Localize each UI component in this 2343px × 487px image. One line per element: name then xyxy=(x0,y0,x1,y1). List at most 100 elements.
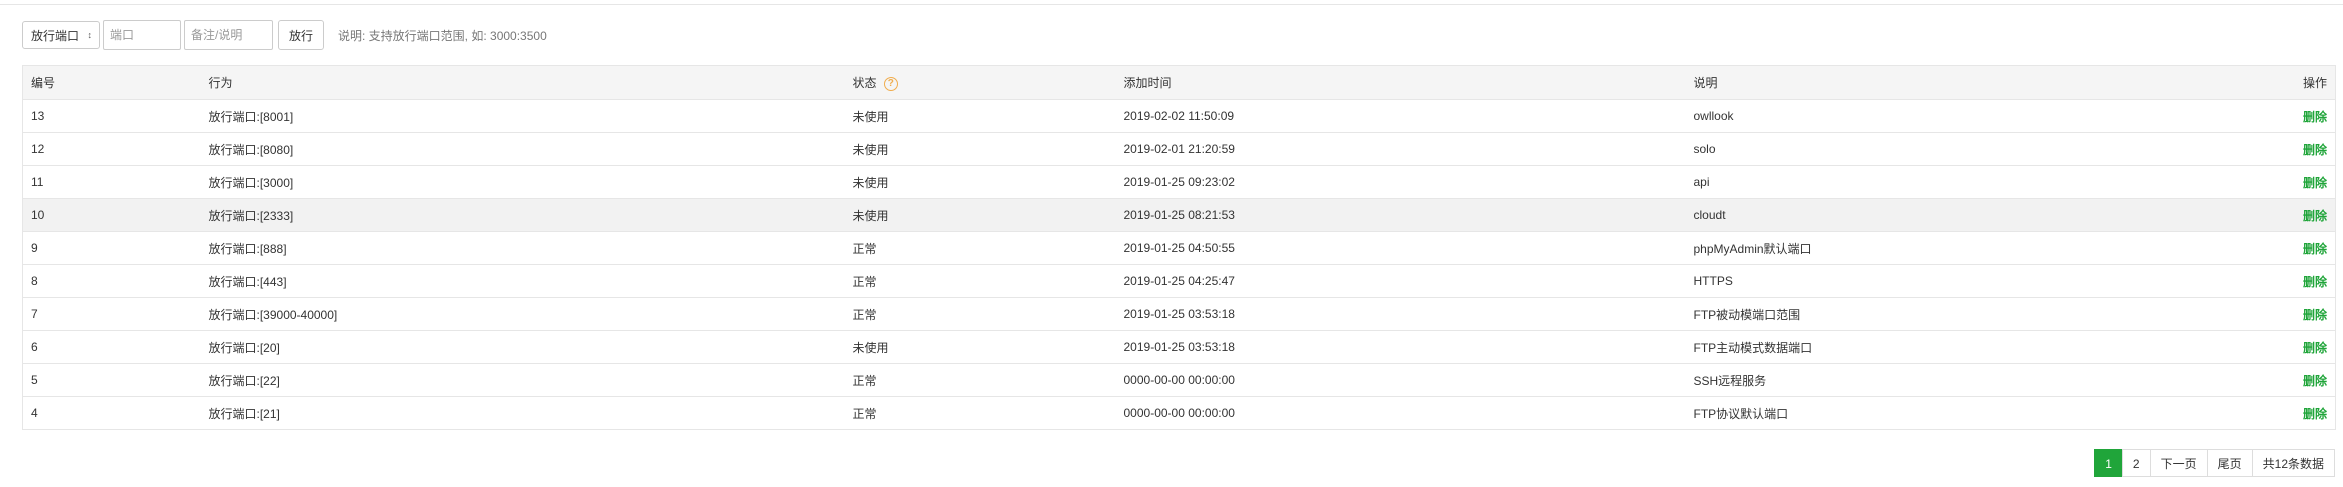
cell-time: 0000-00-00 00:00:00 xyxy=(1115,363,1686,397)
header-id: 编号 xyxy=(22,65,201,100)
cell-id: 13 xyxy=(22,99,201,133)
cell-op: 删除 xyxy=(2235,165,2336,199)
header-action: 行为 xyxy=(200,65,845,100)
table-row: 10 放行端口:[2333] 未使用 2019-01-25 08:21:53 cloud… xyxy=(22,198,2336,232)
table-row: 11 放行端口:[3000] 未使用 2019-01-25 09:23:02 api 删除 xyxy=(22,165,2336,199)
cell-op: 删除 xyxy=(2235,297,2336,331)
top-divider xyxy=(0,4,2343,5)
header-desc: 说明 xyxy=(1685,65,2236,100)
table-row: 4 放行端口:[21] 正常 0000-00-00 00:00:00 FTP协议默认端口… xyxy=(22,396,2336,430)
next-page-button[interactable]: 下一页 xyxy=(2149,449,2208,477)
note-input[interactable] xyxy=(184,20,273,50)
cell-status: 正常 xyxy=(844,264,1116,298)
cell-desc: FTP被动模端口范围 xyxy=(1685,297,2236,331)
table-row: 9 放行端口:[888] 正常 2019-01-25 04:50:55 phpMyAdm… xyxy=(22,231,2336,265)
cell-status: 未使用 xyxy=(844,198,1116,232)
delete-link[interactable]: 删除 xyxy=(2303,308,2327,322)
cell-id: 11 xyxy=(22,165,201,199)
cell-desc: cloudt xyxy=(1685,198,2236,232)
page-1-button[interactable]: 1 xyxy=(2094,449,2123,477)
cell-desc: SSH远程服务 xyxy=(1685,363,2236,397)
rule-type-value: 放行端口 xyxy=(31,28,80,43)
cell-action: 放行端口:[22] xyxy=(200,363,845,397)
delete-link[interactable]: 删除 xyxy=(2303,374,2327,388)
header-status-label: 状态 xyxy=(852,76,877,90)
delete-link[interactable]: 删除 xyxy=(2303,341,2327,355)
cell-time: 2019-02-02 11:50:09 xyxy=(1115,99,1686,133)
rule-type-select[interactable]: 放行端口 ↕ xyxy=(22,21,100,49)
cell-time: 2019-02-01 21:20:59 xyxy=(1115,132,1686,166)
cell-op: 删除 xyxy=(2235,363,2336,397)
table-row: 5 放行端口:[22] 正常 0000-00-00 00:00:00 SSH远程服务 删除 xyxy=(22,363,2336,397)
chevron-updown-icon: ↕ xyxy=(87,29,93,40)
cell-op: 删除 xyxy=(2235,264,2336,298)
cell-time: 2019-01-25 04:50:55 xyxy=(1115,231,1686,265)
table-row: 6 放行端口:[20] 未使用 2019-01-25 03:53:18 FTP主动模式数… xyxy=(22,330,2336,364)
cell-op: 删除 xyxy=(2235,231,2336,265)
table-row: 7 放行端口:[39000-40000] 正常 2019-01-25 03:53:18… xyxy=(22,297,2336,331)
cell-id: 6 xyxy=(22,330,201,364)
firewall-rules-table: 编号 行为 状态 ? 添加时间 说明 操作 13 放行端口:[8001] 未使用 20… xyxy=(22,65,2336,430)
delete-link[interactable]: 删除 xyxy=(2303,110,2327,124)
cell-time: 2019-01-25 09:23:02 xyxy=(1115,165,1686,199)
cell-id: 4 xyxy=(22,396,201,430)
cell-id: 7 xyxy=(22,297,201,331)
allow-port-button[interactable]: 放行 xyxy=(278,20,325,50)
table-row: 12 放行端口:[8080] 未使用 2019-02-01 21:20:59 solo 删… xyxy=(22,132,2336,166)
cell-status: 未使用 xyxy=(844,165,1116,199)
cell-id: 10 xyxy=(22,198,201,232)
cell-time: 2019-01-25 08:21:53 xyxy=(1115,198,1686,232)
page-2-button[interactable]: 2 xyxy=(2121,449,2151,477)
delete-link[interactable]: 删除 xyxy=(2303,242,2327,256)
cell-time: 2019-01-25 04:25:47 xyxy=(1115,264,1686,298)
cell-status: 正常 xyxy=(844,363,1116,397)
delete-link[interactable]: 删除 xyxy=(2303,209,2327,223)
header-time: 添加时间 xyxy=(1115,65,1686,100)
cell-op: 删除 xyxy=(2235,396,2336,430)
toolbar-hint: 说明: 支持放行端口范围, 如: 3000:3500 xyxy=(338,28,547,43)
cell-action: 放行端口:[39000-40000] xyxy=(200,297,845,331)
cell-desc: owllook xyxy=(1685,99,2236,133)
table-row: 8 放行端口:[443] 正常 2019-01-25 04:25:47 HTTPS 删除 xyxy=(22,264,2336,298)
cell-id: 9 xyxy=(22,231,201,265)
cell-action: 放行端口:[443] xyxy=(200,264,845,298)
cell-op: 删除 xyxy=(2235,198,2336,232)
cell-op: 删除 xyxy=(2235,132,2336,166)
last-page-button[interactable]: 尾页 xyxy=(2206,449,2253,477)
cell-status: 未使用 xyxy=(844,132,1116,166)
cell-status: 正常 xyxy=(844,396,1116,430)
cell-id: 12 xyxy=(22,132,201,166)
total-count: 共12条数据 xyxy=(2251,449,2335,477)
delete-link[interactable]: 删除 xyxy=(2303,176,2327,190)
cell-action: 放行端口:[2333] xyxy=(200,198,845,232)
delete-link[interactable]: 删除 xyxy=(2303,407,2327,421)
cell-action: 放行端口:[3000] xyxy=(200,165,845,199)
delete-link[interactable]: 删除 xyxy=(2303,275,2327,289)
port-input[interactable] xyxy=(103,20,181,50)
header-status: 状态 ? xyxy=(844,65,1116,100)
cell-status: 正常 xyxy=(844,297,1116,331)
table-row: 13 放行端口:[8001] 未使用 2019-02-02 11:50:09 owllo… xyxy=(22,99,2336,133)
cell-time: 0000-00-00 00:00:00 xyxy=(1115,396,1686,430)
cell-desc: phpMyAdmin默认端口 xyxy=(1685,231,2236,265)
cell-desc: api xyxy=(1685,165,2236,199)
cell-desc: FTP主动模式数据端口 xyxy=(1685,330,2236,364)
toolbar: 放行端口 ↕ 放行 说明: 支持放行端口范围, 如: 3000:3500 xyxy=(22,20,547,50)
cell-action: 放行端口:[8080] xyxy=(200,132,845,166)
table-header-row: 编号 行为 状态 ? 添加时间 说明 操作 xyxy=(22,65,2336,100)
cell-op: 删除 xyxy=(2235,330,2336,364)
cell-action: 放行端口:[888] xyxy=(200,231,845,265)
cell-desc: HTTPS xyxy=(1685,264,2236,298)
cell-id: 5 xyxy=(22,363,201,397)
question-circle-icon[interactable]: ? xyxy=(883,76,898,91)
pagination: 1 2 下一页 尾页 共12条数据 xyxy=(2094,449,2335,477)
cell-action: 放行端口:[20] xyxy=(200,330,845,364)
delete-link[interactable]: 删除 xyxy=(2303,143,2327,157)
cell-time: 2019-01-25 03:53:18 xyxy=(1115,330,1686,364)
cell-op: 删除 xyxy=(2235,99,2336,133)
cell-status: 未使用 xyxy=(844,99,1116,133)
cell-desc: solo xyxy=(1685,132,2236,166)
cell-status: 正常 xyxy=(844,231,1116,265)
cell-status: 未使用 xyxy=(844,330,1116,364)
cell-time: 2019-01-25 03:53:18 xyxy=(1115,297,1686,331)
